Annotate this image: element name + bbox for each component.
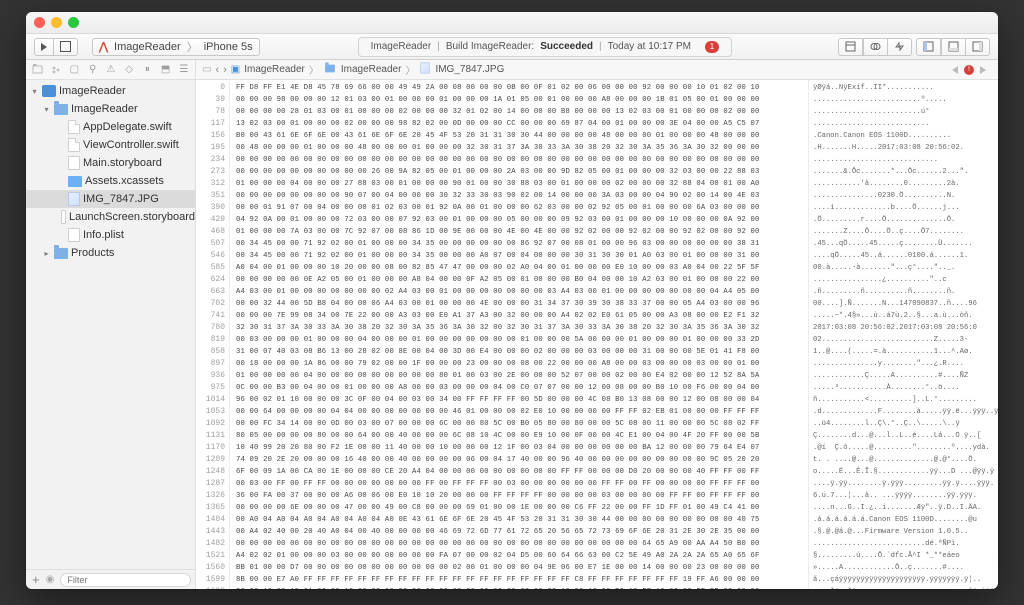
scheme-app: ImageReader — [114, 41, 181, 53]
status-project: ImageReader — [371, 41, 432, 52]
file-img-7847[interactable]: IMG_7847.JPG — [26, 190, 195, 208]
nav-project-icon[interactable] — [32, 64, 43, 76]
toggle-navigator-button[interactable] — [916, 38, 941, 56]
add-button[interactable]: + — [32, 572, 40, 587]
nav-source-control-icon[interactable] — [51, 64, 61, 76]
swift-icon — [68, 138, 80, 152]
storyboard-icon — [61, 210, 66, 224]
standard-editor-button[interactable] — [838, 38, 863, 56]
zoom-traffic-light[interactable] — [68, 17, 79, 28]
nav-find-icon[interactable]: ⚲ — [88, 64, 98, 76]
file-assets[interactable]: Assets.xcassets — [26, 172, 195, 190]
nav-issue-icon[interactable]: ⚠ — [106, 64, 116, 76]
version-editor-button[interactable] — [888, 38, 912, 56]
forward-button[interactable]: › — [223, 64, 227, 76]
jpg-icon — [68, 192, 80, 206]
toggle-inspector-button[interactable] — [966, 38, 990, 56]
ascii-column[interactable]: ÿØÿá..NÿExif..II*........... ...........… — [808, 80, 998, 589]
jb-file-icon — [419, 61, 431, 78]
scheme-device: iPhone 5s — [204, 41, 253, 53]
nav-breakpoint-icon[interactable]: ⬒ — [161, 64, 171, 76]
file-main-storyboard[interactable]: Main.storyboard — [26, 154, 195, 172]
plist-icon — [68, 228, 80, 242]
file-viewcontroller[interactable]: ViewController.swift — [26, 136, 195, 154]
storyboard-icon — [68, 156, 80, 170]
group-products[interactable]: ▸Products — [26, 244, 195, 262]
issue-indicator[interactable]: ! — [964, 65, 974, 75]
xcodeproj-icon — [42, 85, 56, 97]
jumpbar-seg2[interactable]: ImageReader — [341, 64, 402, 75]
error-count-badge[interactable]: 1 — [705, 41, 719, 53]
status-result: Succeeded — [540, 41, 593, 52]
stop-button[interactable] — [54, 38, 78, 56]
activity-viewer[interactable]: ImageReader | Build ImageReader: Succeed… — [358, 37, 732, 57]
jb-folder-icon — [323, 63, 337, 77]
filter-scope-icon[interactable]: ◉ — [46, 574, 55, 585]
xcassets-icon — [68, 176, 82, 187]
swift-icon — [68, 120, 80, 134]
project-navigator: ▾ImageReader ▾ImageReader AppDelegate.sw… — [26, 80, 196, 589]
related-items-button[interactable]: ▭ — [202, 64, 211, 75]
jumpbar-seg1[interactable]: ImageReader — [244, 64, 305, 75]
status-phase: Build ImageReader: — [446, 41, 534, 52]
back-button[interactable]: ‹ — [215, 64, 219, 76]
jb-icon: ▣ — [231, 64, 240, 75]
hex-editor: 0 39 78 117 156 195 234 273 312 351 390 … — [196, 80, 998, 589]
file-appdelegate[interactable]: AppDelegate.swift — [26, 118, 195, 136]
close-traffic-light[interactable] — [34, 17, 45, 28]
nav-test-icon[interactable]: ◇ — [124, 64, 134, 76]
file-launchscreen[interactable]: LaunchScreen.storyboard — [26, 208, 195, 226]
jump-bar: ▢ ⚲ ⚠ ◇ ⏸ ⬒ ☰ ▭ ‹ › ▣ ImageReader 〉 Imag… — [26, 60, 998, 80]
hex-bytes[interactable]: FF D8 FF E1 4E D8 45 78 69 66 00 00 49 4… — [230, 80, 808, 589]
run-button[interactable] — [34, 38, 54, 56]
folder-icon — [54, 104, 68, 115]
project-root[interactable]: ▾ImageReader — [26, 82, 195, 100]
nav-debug-icon[interactable]: ⏸ — [142, 64, 152, 76]
titlebar — [26, 12, 998, 34]
prev-issue-button[interactable] — [952, 66, 958, 74]
toggle-debug-button[interactable] — [941, 38, 966, 56]
filter-input[interactable] — [60, 573, 191, 587]
jumpbar-seg3[interactable]: IMG_7847.JPG — [435, 64, 504, 75]
status-time: Today at 10:17 PM — [608, 41, 691, 52]
file-info-plist[interactable]: Info.plist — [26, 226, 195, 244]
minimize-traffic-light[interactable] — [51, 17, 62, 28]
nav-symbol-icon[interactable]: ▢ — [69, 64, 79, 76]
group-folder[interactable]: ▾ImageReader — [26, 100, 195, 118]
toolbar: ⋀ ImageReader 〉 iPhone 5s ImageReader | … — [26, 34, 998, 60]
nav-report-icon[interactable]: ☰ — [179, 64, 189, 76]
offset-gutter: 0 39 78 117 156 195 234 273 312 351 390 … — [196, 80, 230, 589]
assistant-editor-button[interactable] — [863, 38, 888, 56]
next-issue-button[interactable] — [980, 66, 986, 74]
scheme-selector[interactable]: ⋀ ImageReader 〉 iPhone 5s — [92, 38, 260, 56]
folder-icon — [54, 248, 68, 259]
